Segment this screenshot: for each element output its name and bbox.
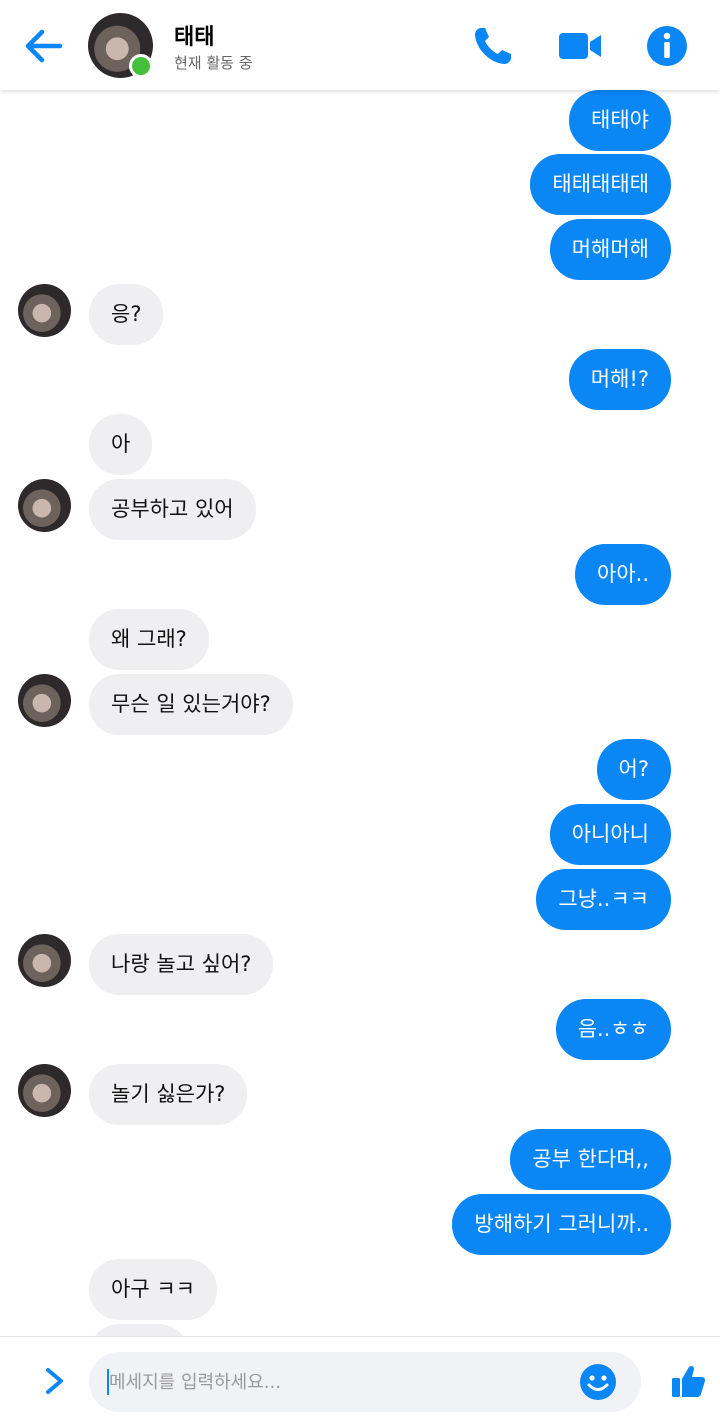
outgoing-message-bubble[interactable]: 아아..	[575, 544, 671, 605]
incoming-message-bubble[interactable]: 공부하고 있어	[89, 479, 256, 540]
online-status-dot	[129, 54, 153, 78]
outgoing-message-bubble[interactable]: 태태태태태	[530, 154, 671, 215]
contact-avatar-small[interactable]	[18, 934, 71, 987]
message-input-box[interactable]	[89, 1352, 641, 1412]
message-input[interactable]	[109, 1352, 569, 1412]
video-camera-icon[interactable]	[556, 22, 604, 70]
incoming-message-bubble-partial[interactable]	[89, 1324, 189, 1336]
outgoing-message-bubble[interactable]: 머해!?	[568, 349, 671, 410]
contact-name[interactable]: 태태	[174, 19, 214, 51]
contact-avatar-small[interactable]	[18, 479, 71, 532]
outgoing-message-bubble[interactable]: 태태야	[569, 90, 671, 151]
outgoing-message-bubble[interactable]: 머해머해	[549, 219, 671, 280]
info-icon[interactable]	[643, 22, 691, 70]
incoming-message-bubble[interactable]: 왜 그래?	[89, 609, 209, 670]
thumbs-up-icon[interactable]	[670, 1363, 706, 1399]
phone-icon[interactable]	[469, 22, 517, 70]
contact-avatar-small[interactable]	[18, 674, 71, 727]
message-composer	[0, 1336, 720, 1424]
message-thread[interactable]: 태태야 태태태태태 머해머해 응? 머해!? 아 공부하고 있어 아아.. 왜 …	[0, 90, 720, 1336]
outgoing-message-bubble[interactable]: 음..ㅎㅎ	[555, 999, 671, 1060]
outgoing-message-bubble[interactable]: 어?	[596, 739, 671, 800]
incoming-message-bubble[interactable]: 응?	[89, 284, 164, 345]
incoming-message-bubble[interactable]: 아	[89, 414, 153, 475]
incoming-message-bubble[interactable]: 무슨 일 있는거야?	[89, 674, 293, 735]
outgoing-message-bubble[interactable]: 방해하기 그러니까..	[452, 1194, 671, 1255]
outgoing-message-bubble[interactable]: 아니아니	[549, 804, 671, 865]
back-arrow-icon[interactable]	[20, 22, 68, 70]
chevron-right-icon[interactable]	[38, 1361, 72, 1401]
outgoing-message-bubble[interactable]: 공부 한다며,,	[510, 1129, 671, 1190]
emoji-icon[interactable]	[579, 1363, 617, 1401]
active-status: 현재 활동 중	[174, 54, 253, 72]
contact-avatar-small[interactable]	[18, 1064, 71, 1117]
incoming-message-bubble[interactable]: 놀기 싫은가?	[89, 1064, 248, 1125]
conversation-header: 태태 현재 활동 중	[0, 0, 720, 90]
contact-avatar-small[interactable]	[18, 284, 71, 337]
incoming-message-bubble[interactable]: 나랑 놀고 싶어?	[89, 934, 274, 995]
incoming-message-bubble[interactable]: 아구 ㅋㅋ	[89, 1259, 217, 1320]
outgoing-message-bubble[interactable]: 그냥..ㅋㅋ	[536, 869, 671, 930]
